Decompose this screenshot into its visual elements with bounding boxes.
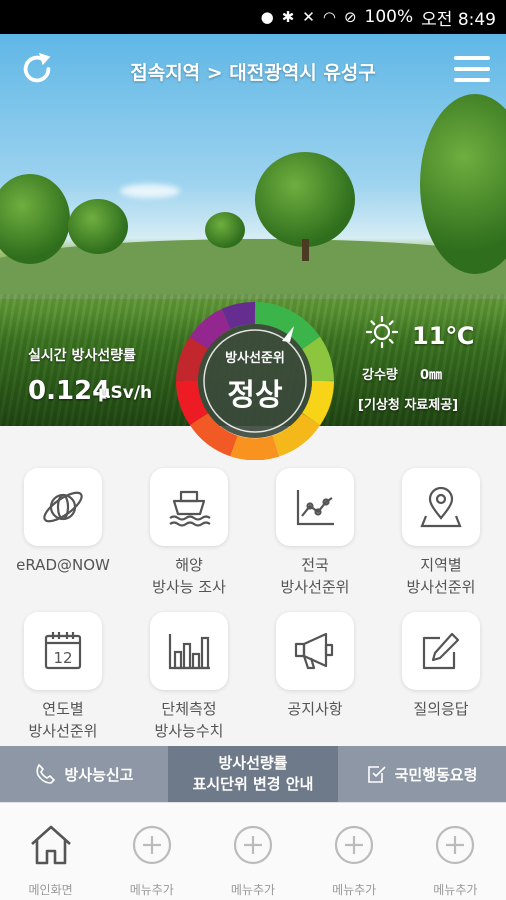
battery-level: 100% xyxy=(364,7,414,27)
menu-item-label: 전국 방사선준위 xyxy=(280,556,350,596)
unit-change-notice-button[interactable]: 방사선량률 표시단위 변경 안내 xyxy=(168,746,338,802)
citizen-guide-label: 국민행동요령 xyxy=(394,765,478,784)
location-icon: ● xyxy=(260,8,274,26)
report-radiation-button[interactable]: 방사능신고 xyxy=(0,746,168,802)
sun-icon xyxy=(366,316,398,348)
menu-item-label: 연도별 방사선준위 xyxy=(28,700,98,740)
home-icon xyxy=(30,825,71,865)
map-pin-icon xyxy=(402,468,480,546)
menu-item-erad-now[interactable]: eRAD@NOW xyxy=(0,468,126,576)
nav-item-add-menu[interactable]: 메뉴추가 xyxy=(304,803,405,900)
do-not-disturb-icon: ⊘ xyxy=(343,8,357,26)
rainfall-label: 강수량 xyxy=(362,368,398,383)
svg-text:12: 12 xyxy=(53,649,72,667)
tree xyxy=(255,152,355,247)
menu-item-yearly-level[interactable]: 12 연도별 방사선준위 xyxy=(0,612,126,742)
tree-trunk xyxy=(302,239,309,261)
unit-notice-line2: 표시단위 변경 안내 xyxy=(192,775,314,793)
plus-circle-icon xyxy=(436,825,475,865)
ship-icon xyxy=(150,468,228,546)
menu-item-national-level[interactable]: 전국 방사선준위 xyxy=(252,468,378,598)
quick-action-bar: 방사능신고 방사선량률 표시단위 변경 안내 국민행동요령 xyxy=(0,746,506,802)
bottom-navigation: 메인화면 메뉴추가 메뉴추가 메뉴추가 메뉴추가 xyxy=(0,802,506,900)
nav-item-home[interactable]: 메인화면 xyxy=(0,803,101,900)
menu-item-qna[interactable]: 질의응답 xyxy=(378,612,504,720)
menu-item-label: 해양 방사능 조사 xyxy=(152,556,226,596)
plus-circle-icon xyxy=(233,825,273,865)
data-source: [기상청 자료제공] xyxy=(358,398,459,413)
hill xyxy=(0,239,506,299)
nav-item-label: 메뉴추가 xyxy=(332,883,377,897)
rainfall-value: 0㎜ xyxy=(420,368,443,383)
globe-icon xyxy=(24,468,102,546)
nav-item-add-menu[interactable]: 메뉴추가 xyxy=(101,803,202,900)
gauge-status: 정상 xyxy=(227,378,283,413)
nav-item-label: 메뉴추가 xyxy=(129,883,174,897)
realtime-dose-label: 실시간 방사선량률 xyxy=(28,348,136,364)
menu-item-regional-level[interactable]: 지역별 방사선준위 xyxy=(378,468,504,598)
tree xyxy=(205,212,245,248)
menu-item-label: 단체측정 방사능수치 xyxy=(154,700,224,740)
checkbox-icon xyxy=(367,766,386,783)
nav-item-add-menu[interactable]: 메뉴추가 xyxy=(202,803,303,900)
nav-item-add-menu[interactable]: 메뉴추가 xyxy=(405,803,506,900)
clock: 오전 8:49 xyxy=(421,9,496,30)
menu-grid: eRAD@NOW 해양 방사능 조사 전국 방사선준위 지역별 방사선준위 12… xyxy=(0,426,506,746)
menu-item-label: 공지사항 xyxy=(287,700,343,718)
megaphone-icon xyxy=(276,612,354,690)
nav-item-label: 메인화면 xyxy=(28,883,73,897)
menu-item-ocean-survey[interactable]: 해양 방사능 조사 xyxy=(126,468,252,598)
gauge-label: 방사선준위 xyxy=(225,351,285,366)
plus-circle-icon xyxy=(132,825,171,865)
phone-icon xyxy=(36,763,56,784)
bar-chart-icon xyxy=(150,612,228,690)
cloud xyxy=(120,184,180,198)
nav-item-label: 메뉴추가 xyxy=(230,883,276,897)
menu-item-notices[interactable]: 공지사항 xyxy=(252,612,378,720)
menu-item-label: eRAD@NOW xyxy=(16,556,110,574)
line-chart-icon xyxy=(276,468,354,546)
nav-item-label: 메뉴추가 xyxy=(433,883,478,897)
wifi-icon: ◠ xyxy=(322,8,336,26)
menu-item-label: 지역별 방사선준위 xyxy=(406,556,476,596)
edit-icon xyxy=(402,612,480,690)
calendar-icon: 12 xyxy=(24,612,102,690)
temperature: 11℃ xyxy=(412,322,475,350)
unit-notice-line1: 방사선량률 xyxy=(218,754,288,772)
citizen-guide-button[interactable]: 국민행동요령 xyxy=(338,746,506,802)
menu-item-label: 질의응답 xyxy=(413,700,469,718)
report-radiation-label: 방사능신고 xyxy=(64,765,134,784)
status-bar: ● ✱ ✕ ◠ ⊘ 100% 오전 8:49 xyxy=(0,0,506,34)
menu-icon[interactable] xyxy=(454,56,490,82)
tree xyxy=(68,199,128,254)
plus-circle-icon xyxy=(335,825,374,865)
realtime-dose-unit: μSv/h xyxy=(98,383,153,403)
mute-icon: ✕ xyxy=(302,8,315,26)
region-title: 접속지역 > 대전광역시 유성구 xyxy=(130,62,376,84)
menu-item-group-measurement[interactable]: 단체측정 방사능수치 xyxy=(126,612,252,742)
bluetooth-icon: ✱ xyxy=(281,8,295,26)
